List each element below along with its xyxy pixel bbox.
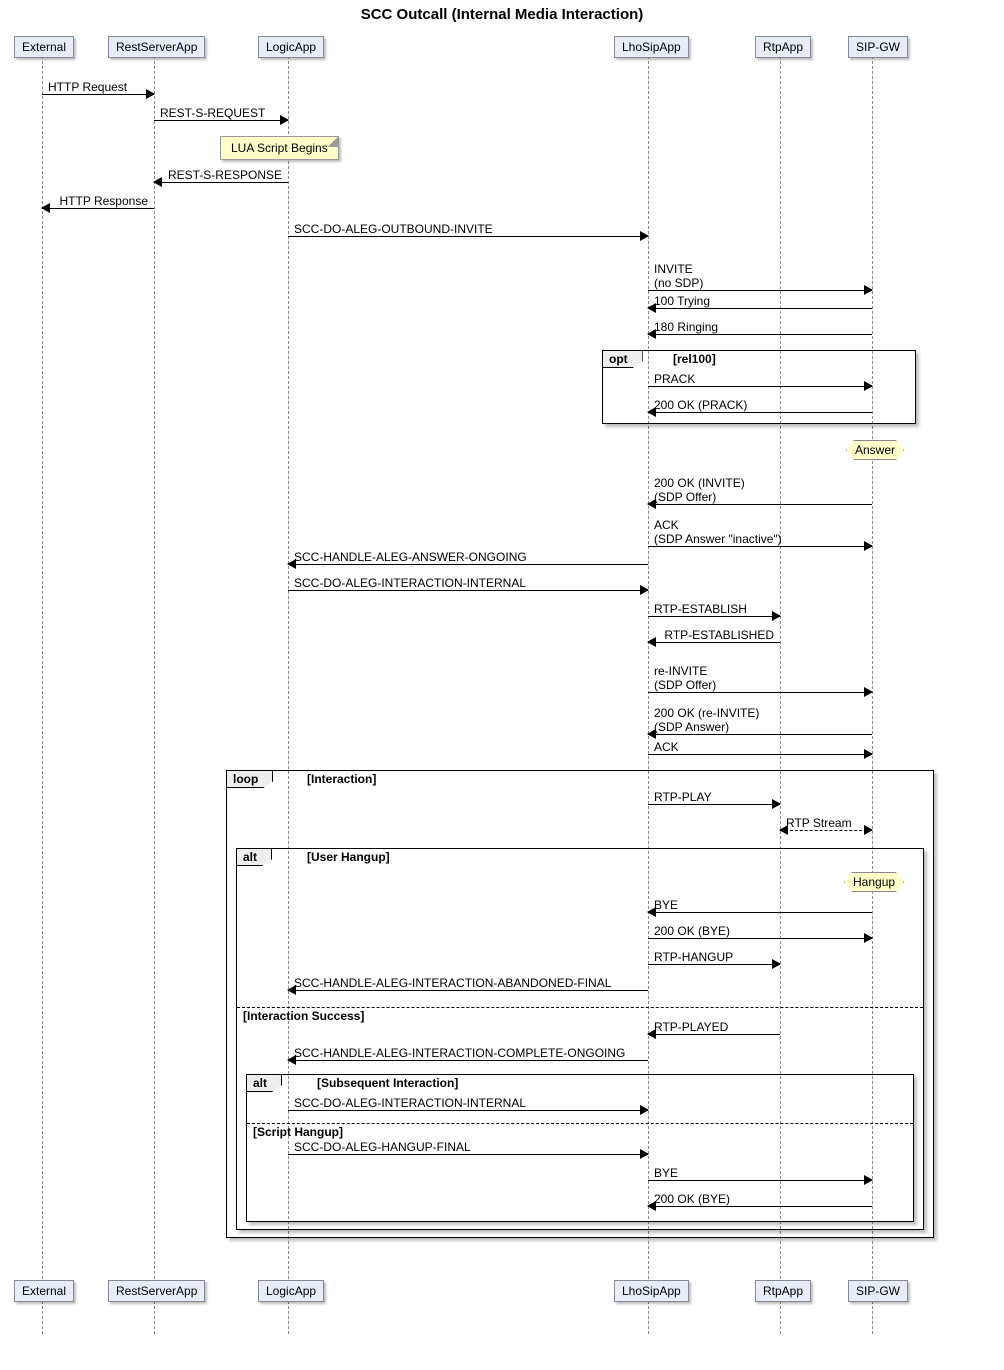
actor-lho-top: LhoSipApp xyxy=(614,36,689,58)
actor-rtp-bot: RtpApp xyxy=(755,1280,811,1302)
actor-sip-bot: SIP-GW xyxy=(848,1280,908,1302)
msg-hangup-final: SCC-DO-ALEG-HANGUP-FINAL xyxy=(288,1140,648,1158)
note-answer: Answer xyxy=(846,440,904,460)
msg-bye-user: BYE xyxy=(648,898,872,916)
actor-rest-top: RestServerApp xyxy=(108,36,205,58)
msg-200-prack: 200 OK (PRACK) xyxy=(648,398,872,416)
actor-logic-top: LogicApp xyxy=(258,36,324,58)
msg-complete-ongoing: SCC-HANDLE-ALEG-INTERACTION-COMPLETE-ONG… xyxy=(288,1046,648,1064)
msg-bye-script: BYE xyxy=(648,1166,872,1184)
msg-rtp-played: RTP-PLAYED xyxy=(648,1020,780,1038)
msg-subsequent-internal: SCC-DO-ALEG-INTERACTION-INTERNAL xyxy=(288,1096,648,1114)
msg-interaction-internal: SCC-DO-ALEG-INTERACTION-INTERNAL xyxy=(288,576,648,594)
msg-200-bye-script: 200 OK (BYE) xyxy=(648,1192,872,1210)
msg-rtp-play: RTP-PLAY xyxy=(648,790,780,808)
msg-100-trying: 100 Trying xyxy=(648,294,872,312)
msg-200-reinvite: 200 OK (re-INVITE) (SDP Answer) xyxy=(648,706,872,736)
note-hangup: Hangup xyxy=(844,872,904,892)
msg-ack-inactive: ACK (SDP Answer "inactive") xyxy=(648,518,872,548)
msg-rest-request: REST-S-REQUEST xyxy=(154,106,288,124)
sequence-diagram: SCC Outcall (Internal Media Interaction)… xyxy=(0,0,1004,1370)
actor-lho-bot: LhoSipApp xyxy=(614,1280,689,1302)
actor-external-bot: External xyxy=(14,1280,74,1302)
actor-rest-bot: RestServerApp xyxy=(108,1280,205,1302)
msg-180-ringing: 180 Ringing xyxy=(648,320,872,338)
msg-rtp-established: RTP-ESTABLISHED xyxy=(648,628,780,646)
msg-reinvite: re-INVITE (SDP Offer) xyxy=(648,664,872,694)
msg-outbound-invite: SCC-DO-ALEG-OUTBOUND-INVITE xyxy=(288,222,648,240)
actor-external-top: External xyxy=(14,36,74,58)
lifeline-rest xyxy=(154,36,155,1334)
msg-http-response: HTTP Response xyxy=(42,194,154,212)
actor-logic-bot: LogicApp xyxy=(258,1280,324,1302)
diagram-title: SCC Outcall (Internal Media Interaction) xyxy=(0,6,1004,23)
msg-answer-ongoing: SCC-HANDLE-ALEG-ANSWER-ONGOING xyxy=(288,550,648,568)
msg-ack: ACK xyxy=(648,740,872,758)
actor-sip-top: SIP-GW xyxy=(848,36,908,58)
msg-200-bye-user: 200 OK (BYE) xyxy=(648,924,872,942)
lifeline-external xyxy=(42,36,43,1334)
msg-rtp-establish: RTP-ESTABLISH xyxy=(648,602,780,620)
note-lua: LUA Script Begins xyxy=(220,136,339,160)
msg-rtp-hangup: RTP-HANGUP xyxy=(648,950,780,968)
actor-rtp-top: RtpApp xyxy=(755,36,811,58)
msg-rtp-stream: RTP Stream xyxy=(780,816,872,834)
msg-200-invite: 200 OK (INVITE) (SDP Offer) xyxy=(648,476,872,506)
msg-invite: INVITE (no SDP) xyxy=(648,262,872,292)
msg-rest-response: REST-S-RESPONSE xyxy=(154,168,288,186)
msg-http-request: HTTP Request xyxy=(42,80,154,98)
msg-abandoned: SCC-HANDLE-ALEG-INTERACTION-ABANDONED-FI… xyxy=(288,976,648,994)
msg-prack: PRACK xyxy=(648,372,872,390)
